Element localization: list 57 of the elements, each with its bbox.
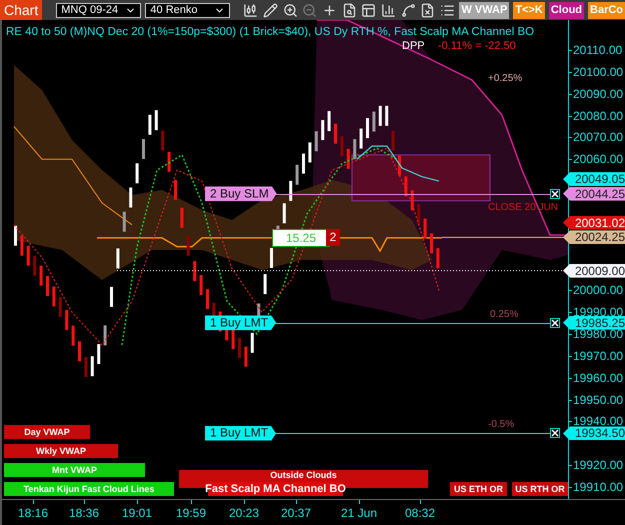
price-marker: 20009.00 [563, 264, 625, 278]
time-tick-label: 20:23 [228, 506, 260, 520]
price-tick-label: 19970.00 [573, 348, 624, 363]
order-price-marker: 19934.50 [563, 426, 625, 440]
chart-annotation: +0.25% [488, 73, 522, 84]
price-change-label: -0.11% = -22.50 [438, 40, 516, 52]
price-tick-label: 20110.00 [573, 43, 622, 57]
time-tick-label: 20:37 [280, 506, 312, 520]
bar-type-select[interactable]: 40 Renko [145, 2, 230, 18]
time-tick-label: 18:16 [18, 506, 48, 520]
indicator-legend-label: US ETH OR [450, 482, 507, 496]
position-quantity: 2 [326, 229, 340, 246]
chart-annotation: CLOSE 20 JUN [488, 202, 558, 214]
time-tick-label: 18:36 [68, 506, 100, 520]
time-tick-label: 19:59 [176, 506, 206, 520]
document-icon[interactable] [420, 1, 436, 19]
order-price-marker: 19985.25 [563, 316, 625, 330]
price-tick-label: 20100.00 [573, 64, 624, 79]
indicator-legend-label: Fast Scalp MA Channel BO [208, 482, 343, 496]
price-tick-label: 19920.00 [573, 458, 624, 472]
time-tick-label: 19:01 [122, 506, 152, 520]
chart-annotation: -0.5% [488, 419, 514, 430]
indicator-legend-label: US RTH OR [512, 482, 568, 496]
indicator-legend-label: Wkly VWAP [4, 444, 118, 458]
price-tick-label: 20000.00 [573, 283, 624, 298]
price-marker: 20024.25 [563, 230, 625, 244]
dpp-label: DPP [402, 40, 425, 52]
instrument-select[interactable]: MNQ 09-24 [56, 2, 142, 18]
time-tick-label: 21 Jun [340, 506, 378, 520]
order-tag[interactable]: 2 Buy SLM [205, 186, 277, 202]
price-tick-label: 19940.00 [573, 414, 624, 428]
price-tick-label: 20070.00 [573, 130, 624, 144]
time-tick-label: 08:32 [404, 506, 436, 520]
chart-header: RE 40 to 50 (M)NQ Dec 20 (1%=150p=$300) (1 Brick=$40), US Dy RTH %, Fast Scalp MA Channel BO [6, 26, 534, 38]
close-icon[interactable] [550, 428, 560, 438]
close-icon[interactable] [550, 318, 560, 328]
price-tick-label: 19960.00 [573, 370, 624, 385]
price-tick-label: 19910.00 [573, 480, 624, 494]
document-search-icon[interactable] [341, 1, 357, 19]
pencil-icon[interactable] [262, 1, 278, 19]
order-tag[interactable]: 1 Buy LMT [205, 315, 276, 330]
chart-annotation: 0.25% [490, 308, 518, 320]
chart-title: Chart [0, 0, 42, 20]
toolbar-toggle-button[interactable]: Cloud [548, 2, 584, 18]
indicator-legend-label: Day VWAP [4, 425, 90, 439]
indicator-legend-label: Tenkan Kijun Fast Cloud Lines [4, 482, 174, 496]
price-tick-label: 20080.00 [573, 108, 624, 123]
indicator-legend-label: Mnt VWAP [4, 463, 145, 477]
close-icon[interactable] [550, 188, 560, 199]
price-tick-label: 20060.00 [573, 152, 624, 166]
order-price-marker: 20044.25 [563, 186, 625, 201]
price-marker: 20049.05 [563, 172, 625, 186]
price-marker: 20031.02 [563, 216, 625, 230]
price-tick-label: 19950.00 [573, 392, 624, 407]
price-tick-label: 20090.00 [573, 86, 624, 101]
order-tag[interactable]: 1 Buy LMT [205, 426, 276, 441]
price-tick-label: 19980.00 [573, 327, 624, 342]
